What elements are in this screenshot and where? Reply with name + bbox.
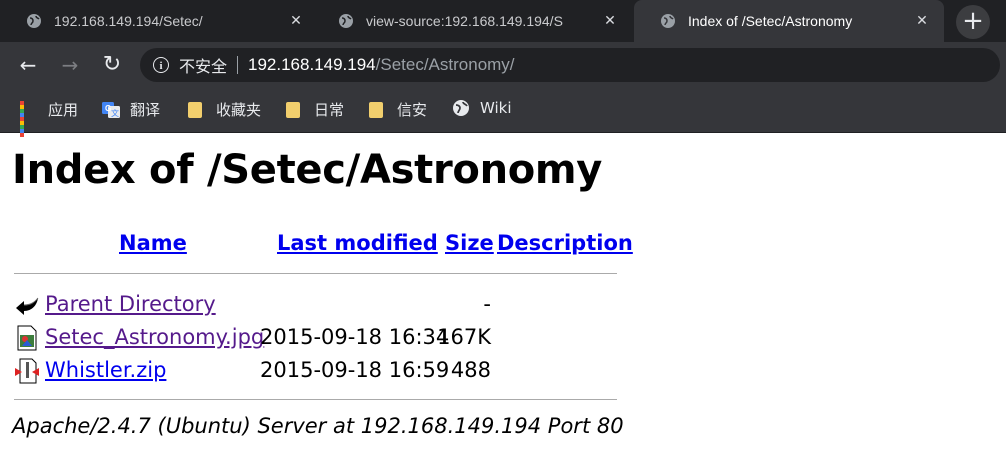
tab-index-astronomy[interactable]: Index of /Setec/Astronomy ✕: [634, 0, 944, 42]
forward-button[interactable]: →: [58, 53, 82, 77]
google-translate-icon: G文: [102, 101, 120, 118]
folder-icon: [188, 101, 206, 119]
entry-link-setec-astronomy-jpg[interactable]: Setec_Astronomy.jpg: [45, 325, 264, 349]
table-row: Setec_Astronomy.jpg 2015-09-18 16:34 167…: [14, 323, 617, 353]
close-icon[interactable]: ✕: [600, 11, 620, 31]
svg-text:文: 文: [111, 108, 119, 118]
bookmark-label: Wiki: [480, 99, 512, 117]
entry-modified: 2015-09-18 16:59: [260, 358, 450, 382]
toolbar: ← → ↻ i 不安全 192.168.149.194/Setec/Astron…: [0, 42, 1006, 88]
bookmark-daily[interactable]: 日常: [286, 99, 344, 120]
bookmark-translate[interactable]: G文 翻译: [102, 99, 160, 120]
column-header-description[interactable]: Description: [497, 231, 633, 255]
entry-size: -: [483, 292, 491, 316]
browser-chrome: 192.168.149.194/Setec/ ✕ view-source:192…: [0, 0, 1006, 137]
entry-size: 488: [450, 358, 491, 382]
divider: [14, 273, 617, 274]
address-bar[interactable]: i 不安全 192.168.149.194/Setec/Astronomy/: [140, 48, 1000, 82]
omnibox-separator: [237, 56, 239, 74]
bookmark-security[interactable]: 信安: [369, 99, 427, 120]
info-icon[interactable]: i: [153, 57, 169, 73]
back-arrow-icon: [16, 297, 39, 315]
bookmark-label: 信安: [397, 101, 428, 119]
globe-icon: [661, 14, 675, 28]
tab-title: Index of /Setec/Astronomy: [688, 13, 853, 29]
bookmark-label: 收藏夹: [216, 101, 262, 119]
security-status[interactable]: 不安全: [179, 53, 227, 77]
apps-grid-icon: [20, 100, 38, 137]
entry-link-whistler-zip[interactable]: Whistler.zip: [45, 358, 166, 382]
tab-title: view-source:192.168.149.194/S: [366, 13, 563, 29]
url-path: /Setec/Astronomy/: [375, 55, 515, 74]
back-button[interactable]: ←: [16, 53, 40, 77]
tab-strip: 192.168.149.194/Setec/ ✕ view-source:192…: [0, 0, 1006, 42]
bookmark-label: 日常: [314, 101, 345, 119]
column-header-size[interactable]: Size: [445, 231, 494, 255]
globe-icon: [27, 14, 41, 28]
bookmarks-bar: 应用 G文 翻译 收藏夹 日常 信安 Wiki: [0, 88, 1006, 137]
bookmark-favorites[interactable]: 收藏夹: [188, 99, 261, 120]
divider: [14, 399, 617, 400]
globe-icon: [453, 100, 469, 116]
page-title: Index of /Setec/Astronomy: [12, 147, 603, 193]
bookmark-label: 应用: [48, 101, 79, 119]
new-tab-button[interactable]: +: [956, 5, 990, 39]
table-row: Whistler.zip 2015-09-18 16:59 488: [14, 356, 617, 386]
compressed-file-icon: [15, 358, 39, 384]
url-host: 192.168.149.194: [248, 55, 376, 74]
server-signature: Apache/2.4.7 (Ubuntu) Server at 192.168.…: [12, 414, 624, 438]
tab-setec[interactable]: 192.168.149.194/Setec/ ✕: [0, 0, 318, 42]
globe-icon: [339, 14, 353, 28]
entry-size: 167K: [437, 325, 491, 349]
folder-icon: [369, 101, 387, 119]
entry-modified: 2015-09-18 16:34: [260, 325, 450, 349]
close-icon[interactable]: ✕: [912, 11, 932, 31]
tab-view-source[interactable]: view-source:192.168.149.194/S ✕: [312, 0, 632, 42]
table-row: Parent Directory -: [14, 290, 617, 320]
tab-title: 192.168.149.194/Setec/: [54, 13, 203, 29]
bookmark-label: 翻译: [130, 101, 161, 119]
bookmark-apps[interactable]: 应用: [20, 99, 79, 137]
folder-icon: [286, 101, 304, 119]
entry-link-parent-directory[interactable]: Parent Directory: [45, 292, 216, 316]
column-header-name[interactable]: Name: [119, 231, 187, 255]
reload-button[interactable]: ↻: [100, 53, 124, 77]
column-header-last-modified[interactable]: Last modified: [277, 231, 438, 255]
close-icon[interactable]: ✕: [286, 11, 306, 31]
bookmark-wiki[interactable]: Wiki: [452, 99, 512, 117]
image-file-icon: [17, 325, 37, 351]
page-content: Index of /Setec/Astronomy Name Last modi…: [0, 133, 1006, 456]
